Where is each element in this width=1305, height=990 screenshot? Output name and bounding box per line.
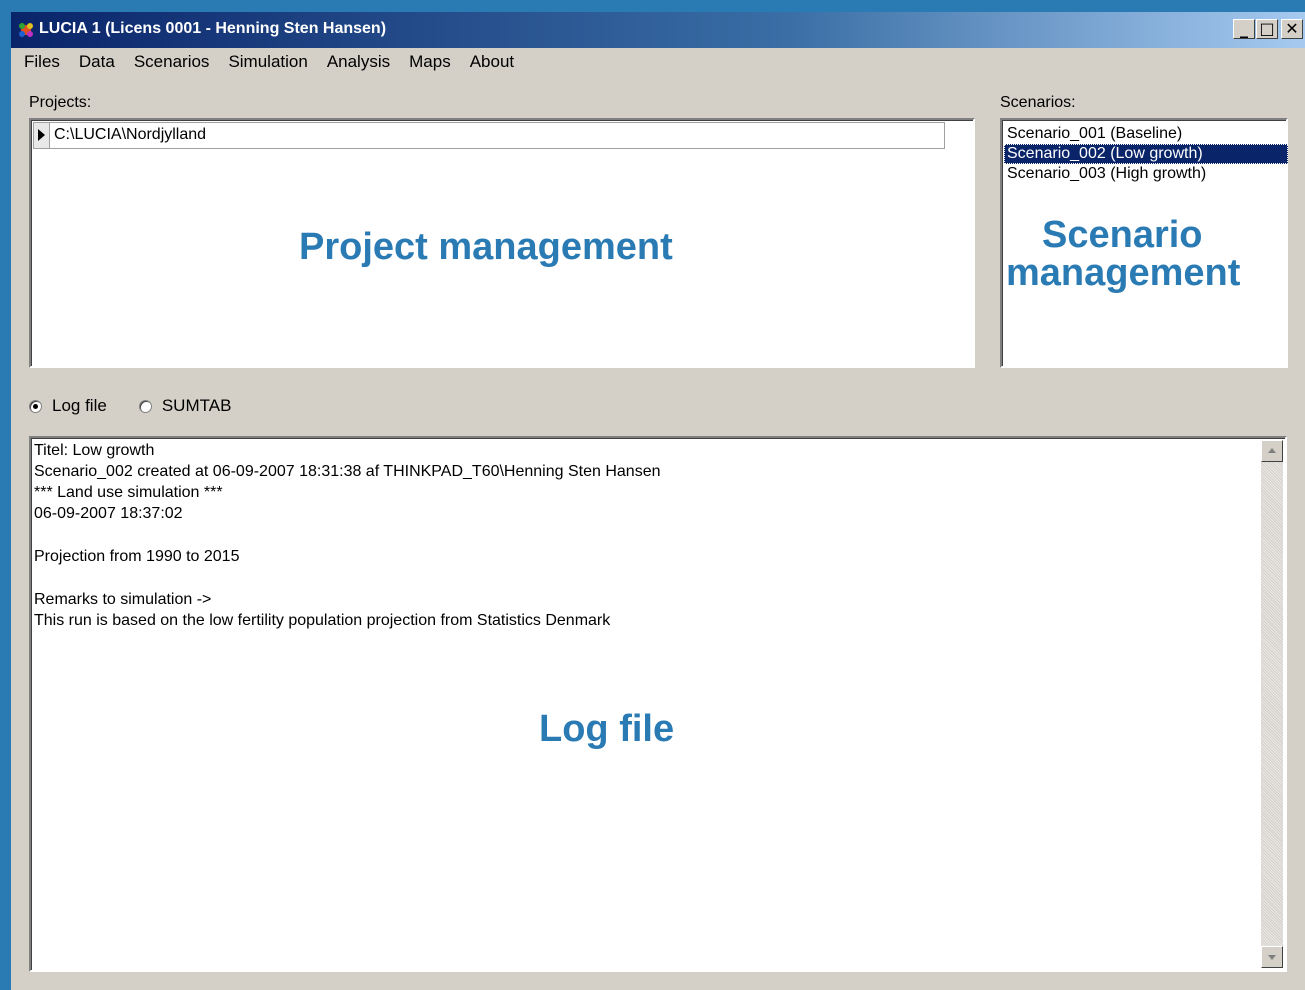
log-scrollbar[interactable] [1261, 440, 1283, 968]
view-radio-group: Log file SUMTAB [29, 394, 263, 418]
log-file-annotation: Log file [539, 708, 675, 750]
project-management-annotation: Project management [299, 226, 673, 268]
scenario-item-selected[interactable]: Scenario_002 (Low growth) [1004, 144, 1288, 164]
menu-simulation[interactable]: Simulation [228, 52, 307, 72]
scenario-item[interactable]: Scenario_001 (Baseline) [1004, 124, 1288, 144]
radio-unchecked-icon [138, 399, 152, 413]
radio-checked-icon [29, 399, 42, 413]
radio-label: Log file [52, 396, 107, 415]
scenarios-label: Scenarios: [1000, 94, 1076, 111]
log-line: Scenario_002 created at 06-09-2007 18:31… [34, 463, 661, 480]
menu-maps[interactable]: Maps [409, 52, 451, 72]
app-logo-icon [19, 23, 33, 37]
title-bar[interactable]: LUCIA 1 (Licens 0001 - Henning Sten Hans… [11, 12, 1305, 48]
project-row[interactable]: C:\LUCIA\Nordjylland [33, 122, 945, 149]
log-line: Titel: Low growth [34, 442, 155, 459]
minimize-button[interactable]: _ [1233, 19, 1255, 39]
menu-about[interactable]: About [470, 52, 514, 72]
close-button[interactable]: ✕ [1281, 19, 1303, 39]
scroll-down-icon[interactable] [1261, 946, 1283, 968]
menu-data[interactable]: Data [79, 52, 115, 72]
log-line: Projection from 1990 to 2015 [34, 548, 240, 565]
scenario-management-annotation-line2: management [1006, 252, 1241, 294]
scenario-management-annotation-line1: Scenario [1042, 214, 1203, 256]
menu-analysis[interactable]: Analysis [327, 52, 390, 72]
radio-log-file[interactable]: Log file [29, 396, 107, 416]
scenario-item[interactable]: Scenario_003 (High growth) [1004, 164, 1288, 184]
log-textarea[interactable]: Titel: Low growth Scenario_002 created a… [29, 436, 1287, 972]
radio-label: SUMTAB [161, 396, 232, 415]
menu-scenarios[interactable]: Scenarios [134, 52, 210, 72]
menu-files[interactable]: Files [24, 52, 60, 72]
radio-sumtab[interactable]: SUMTAB [138, 396, 232, 416]
scroll-up-icon[interactable] [1261, 440, 1283, 462]
log-line: *** Land use simulation *** [34, 484, 223, 501]
projects-label: Projects: [29, 94, 92, 111]
window-title: LUCIA 1 (Licens 0001 - Henning Sten Hans… [39, 20, 387, 37]
projects-grid[interactable]: C:\LUCIA\Nordjylland Project management [29, 118, 975, 368]
log-line: This run is based on the low fertility p… [34, 612, 611, 629]
project-path: C:\LUCIA\Nordjylland [54, 126, 207, 143]
log-line: Remarks to simulation -> [34, 591, 212, 608]
lucia-main-window: LUCIA 1 (Licens 0001 - Henning Sten Hans… [11, 12, 1305, 990]
scenarios-list[interactable]: Scenario_001 (Baseline) Scenario_002 (Lo… [1000, 118, 1288, 368]
maximize-button[interactable]: □ [1256, 19, 1278, 39]
menu-bar: Files Data Scenarios Simulation Analysis… [11, 48, 1305, 76]
log-line: 06-09-2007 18:37:02 [34, 505, 183, 522]
row-pointer-icon [34, 123, 50, 148]
